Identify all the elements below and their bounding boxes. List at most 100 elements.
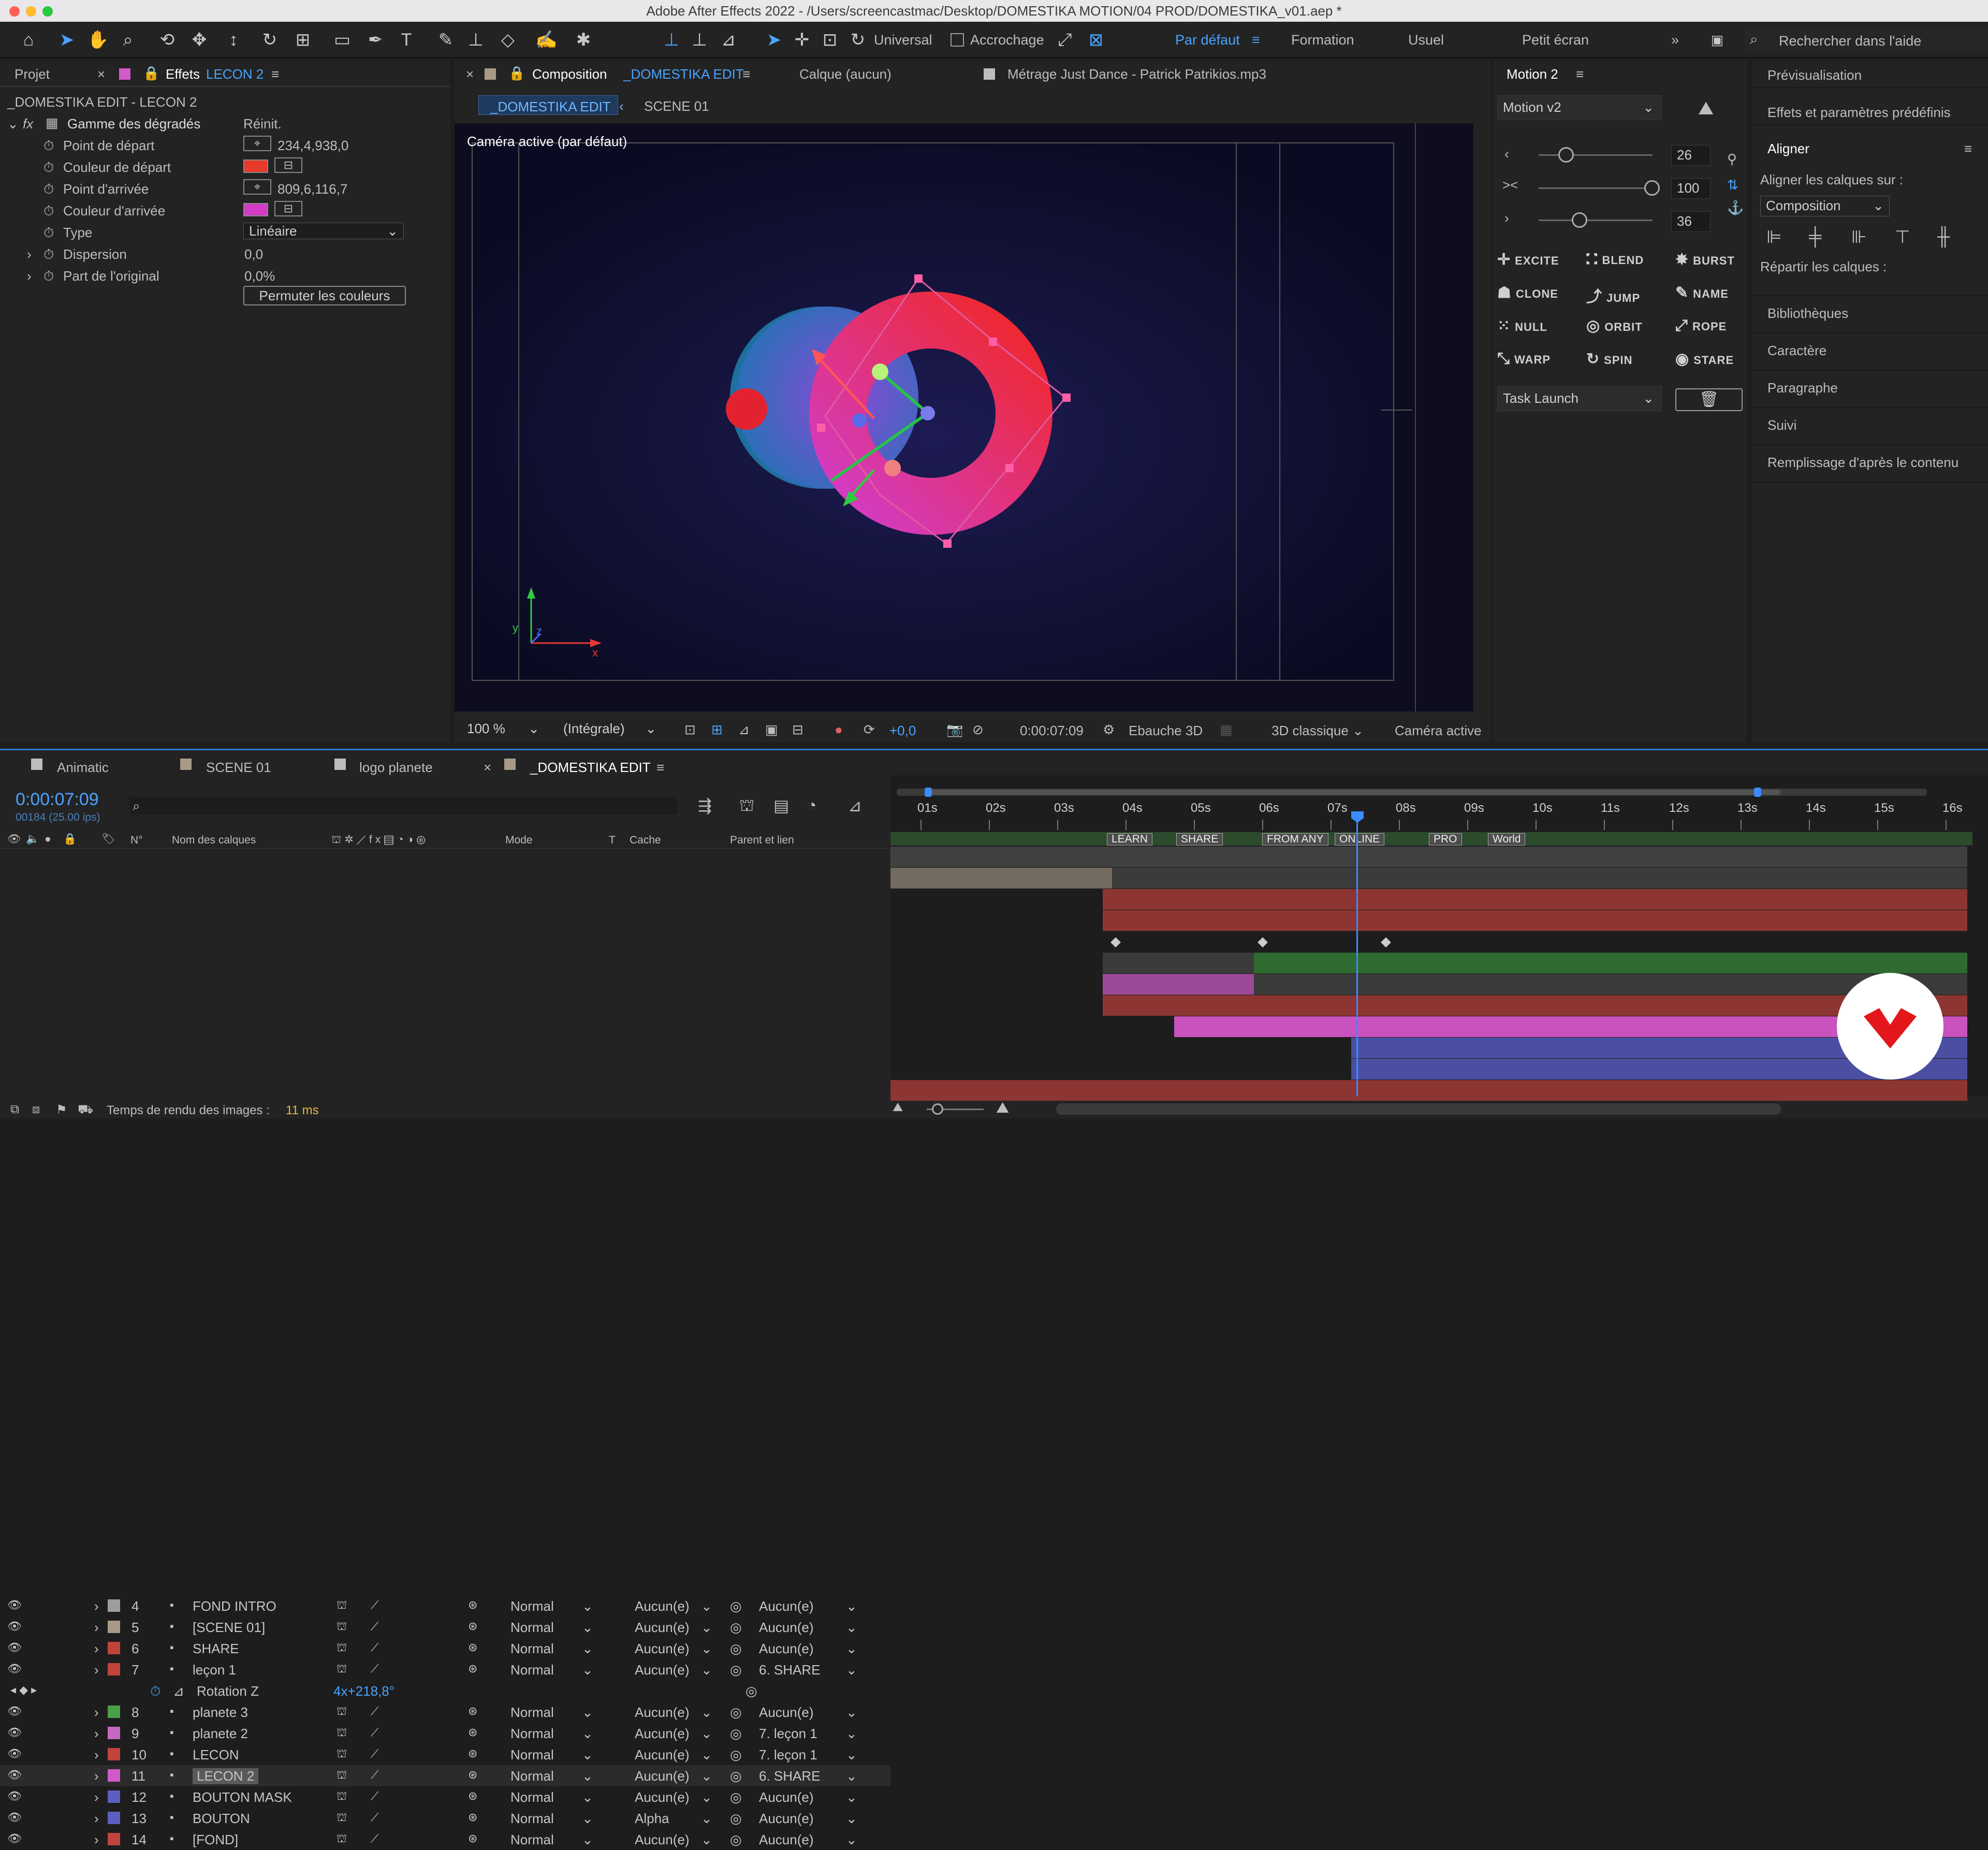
zoom-window-button[interactable] <box>42 6 53 17</box>
keyframe-diamond[interactable] <box>1258 937 1268 948</box>
layer-duration-bar[interactable] <box>890 868 1112 888</box>
render-time-toggle-icon[interactable]: ⛟ <box>78 1102 93 1118</box>
end-color-swatch[interactable] <box>243 203 268 216</box>
eyedropper-icon[interactable]: ⊟ <box>274 157 302 173</box>
panel-preview[interactable]: Prévisualisation <box>1767 67 1862 83</box>
brush-tool-icon[interactable]: ✎ <box>435 29 457 51</box>
tab-effects-layer[interactable]: LECON 2 <box>206 66 264 82</box>
pick-whip-icon[interactable]: ◎ <box>730 1811 742 1827</box>
shy-switch-icon[interactable]: ⛫ <box>337 1811 347 1826</box>
layer-name[interactable]: [SCENE 01] <box>193 1620 265 1636</box>
zoom-slider[interactable] <box>932 1103 943 1115</box>
minimize-window-button[interactable] <box>26 6 36 17</box>
pick-whip-icon[interactable]: ◎ <box>730 1789 742 1805</box>
align-left-icon[interactable]: ⊫ <box>1766 227 1782 247</box>
resolution-dropdown[interactable]: (Intégrale) ⌄ <box>558 721 662 739</box>
3d-layer-switch-icon[interactable]: ⊛ <box>468 1641 477 1654</box>
quality-switch-icon[interactable]: ⟋ <box>371 1768 378 1782</box>
lock-icon[interactable]: 🔒 <box>143 65 159 81</box>
chevron-down-icon[interactable]: ⌄ <box>701 1598 712 1614</box>
world-axis-icon[interactable]: ⊥ <box>689 29 710 51</box>
comp-marker[interactable]: FROM ANY <box>1262 833 1328 846</box>
quality-switch-icon[interactable]: ⟋ <box>371 1620 378 1633</box>
workspace-usuel[interactable]: Usuel <box>1408 32 1444 48</box>
trash-icon[interactable]: 🗑 <box>1675 388 1743 411</box>
mode-toggle-icon[interactable]: ⧈ <box>32 1102 40 1117</box>
chevron-down-icon[interactable]: ⌄ <box>846 1598 857 1614</box>
shy-switch-icon[interactable]: ⛫ <box>337 1705 347 1720</box>
layer-mode[interactable]: Normal <box>510 1747 554 1763</box>
shy-switch-icon[interactable]: ⛫ <box>337 1747 347 1762</box>
chevron-down-icon[interactable]: ⌄ <box>701 1789 712 1805</box>
expand-chevron-icon[interactable]: › <box>94 1789 99 1805</box>
chevron-down-icon[interactable]: ⌄ <box>701 1662 712 1678</box>
align-vcenter-icon[interactable]: ╫ <box>1937 227 1950 247</box>
time-navigator-range[interactable] <box>927 790 1781 795</box>
align-right-icon[interactable]: ⊪ <box>1851 227 1867 247</box>
time-ruler[interactable]: 01s 02s 03s 04s 05s 06s 07s 08s 09s 10s 11s 12s 13s 1… <box>890 799 1988 832</box>
universal-select-icon[interactable]: ➤ <box>763 29 785 51</box>
zoom-tool-icon[interactable]: ⌕ <box>117 29 139 51</box>
layer-duration-bar[interactable] <box>1103 974 1254 995</box>
ease-both-slider[interactable] <box>1644 180 1660 196</box>
layer-mode[interactable]: Normal <box>510 1768 554 1784</box>
layer-mode[interactable]: Normal <box>510 1620 554 1636</box>
start-color-swatch[interactable] <box>243 159 268 173</box>
comp-marker[interactable]: PRO <box>1429 833 1462 846</box>
shy-switch-icon[interactable]: ⛫ <box>337 1641 347 1656</box>
expand-chevron-icon[interactable]: › <box>27 246 32 263</box>
motion-button-name[interactable]: ✎ NAME <box>1675 284 1729 302</box>
layer-matte[interactable]: Aucun(e) <box>635 1641 690 1657</box>
stopwatch-icon[interactable]: ⏱ <box>43 246 54 263</box>
puppet-tool-icon[interactable]: ✱ <box>573 29 594 51</box>
layer-row[interactable]: 👁 › 11 ▪ LECON 2 ⛫ ⟋ ⊛ Normal ⌄ Aucun(e) ⌄ ◎ 6. SHARE… <box>0 1765 890 1786</box>
chevron-down-icon[interactable]: ⌄ <box>846 1747 857 1763</box>
pick-whip-icon[interactable]: ◎ <box>730 1598 742 1614</box>
zoom-in-icon[interactable]: ⛰ <box>996 1099 1009 1117</box>
draft-3d-icon[interactable]: ⚙ <box>1103 722 1115 738</box>
orbit-camera-icon[interactable]: ⟲ <box>156 29 178 51</box>
stopwatch-icon[interactable]: ⏱ <box>43 203 54 220</box>
chevron-down-icon[interactable]: ⌄ <box>846 1620 857 1636</box>
shy-switch-icon[interactable]: ⛫ <box>337 1598 347 1613</box>
layer-parent[interactable]: 7. leçon 1 <box>759 1747 817 1763</box>
visibility-eye-icon[interactable]: 👁 <box>7 1832 22 1845</box>
label-color-swatch[interactable] <box>108 1833 120 1845</box>
keyframe-navigator-icon[interactable]: ◂ ◆ ▸ <box>10 1683 37 1697</box>
layer-row[interactable]: 👁 › 12 ▪ BOUTON MASK ⛫ ⟋ ⊛ Normal ⌄ Aucun(e) ⌄ ◎ Aucu… <box>0 1786 890 1808</box>
layer-parent[interactable]: Aucun(e) <box>759 1641 814 1657</box>
selection-tool-icon[interactable]: ➤ <box>56 29 78 51</box>
layer-matte[interactable]: Aucun(e) <box>635 1662 690 1678</box>
swap-colors-button[interactable]: Permuter les couleurs <box>243 286 406 305</box>
universal-scale-icon[interactable]: ⊡ <box>819 29 841 51</box>
layer-name[interactable]: BOUTON <box>193 1811 250 1827</box>
shy-switch-icon[interactable]: ⛫ <box>337 1832 347 1847</box>
eyedropper-icon[interactable]: ⊟ <box>274 201 302 216</box>
pick-whip-icon[interactable]: ◎ <box>730 1641 742 1657</box>
panel-paragraph[interactable]: Paragraphe <box>1767 380 1838 396</box>
visibility-eye-icon[interactable]: 👁 <box>7 1789 22 1803</box>
close-tab-icon[interactable]: × <box>466 66 474 82</box>
visibility-eye-icon[interactable]: 👁 <box>7 1705 22 1718</box>
label-color-swatch[interactable] <box>108 1621 120 1633</box>
chevron-down-icon[interactable]: ⌄ <box>582 1811 593 1827</box>
quality-switch-icon[interactable]: ⟋ <box>371 1832 378 1845</box>
region-of-interest-icon[interactable]: ▣ <box>765 722 778 738</box>
more-workspaces-icon[interactable]: » <box>1671 32 1679 48</box>
header-layer-name[interactable]: Nom des calques <box>172 834 256 847</box>
quality-switch-icon[interactable]: ⟋ <box>371 1598 378 1612</box>
panel-character[interactable]: Caractère <box>1767 343 1826 359</box>
motion-button-burst[interactable]: ✸ BURST <box>1675 251 1735 269</box>
workspace-menu-icon[interactable]: ≡ <box>1252 32 1260 48</box>
universal-move-icon[interactable]: ✛ <box>791 29 813 51</box>
motion-button-clone[interactable]: ☗ CLONE <box>1497 284 1558 302</box>
expand-chevron-icon[interactable]: › <box>94 1768 99 1784</box>
horizontal-scrollbar[interactable] <box>1056 1103 1781 1115</box>
chevron-down-icon[interactable]: ⌄ <box>846 1789 857 1805</box>
pen-tool-icon[interactable]: ✒ <box>364 29 386 51</box>
ease-out-icon[interactable]: › <box>1504 210 1509 226</box>
pick-whip-icon[interactable]: ◎ <box>730 1832 742 1848</box>
layer-matte[interactable]: Alpha <box>635 1811 669 1827</box>
chevron-down-icon[interactable]: ⌄ <box>582 1832 593 1848</box>
graph-icon[interactable]: ⊿ <box>173 1683 184 1699</box>
